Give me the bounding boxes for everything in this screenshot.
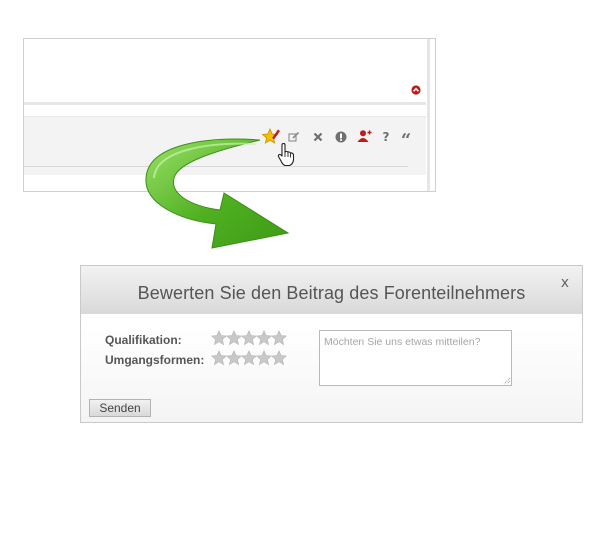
scrollbar[interactable] (427, 39, 430, 191)
quote-icon[interactable]: “ (400, 131, 412, 142)
star-icon[interactable] (271, 330, 287, 346)
star-rating-qualification[interactable] (211, 330, 291, 346)
dialog-header: Bewerten Sie den Beitrag des Forenteilne… (81, 266, 582, 314)
post-body (24, 39, 426, 102)
rating-dialog: Bewerten Sie den Beitrag des Forenteilne… (80, 265, 583, 423)
post-separator (24, 102, 426, 105)
star-icon[interactable] (211, 350, 227, 366)
star-icon[interactable] (241, 330, 257, 346)
rating-label-manners: Umgangsformen: (105, 353, 205, 367)
star-icon[interactable] (271, 350, 287, 366)
star-icon[interactable] (256, 350, 272, 366)
star-icon[interactable] (226, 330, 242, 346)
submit-button[interactable]: Senden (89, 399, 151, 417)
add-user-icon[interactable] (357, 129, 372, 143)
star-icon[interactable] (211, 330, 227, 346)
svg-text:?: ? (383, 130, 390, 143)
svg-text:“: “ (401, 131, 411, 142)
curved-arrow-icon (145, 138, 290, 249)
comment-textarea[interactable] (319, 330, 512, 386)
star-icon[interactable] (226, 350, 242, 366)
alert-icon[interactable] (335, 131, 347, 143)
rating-label-qualification: Qualifikation: (105, 333, 182, 347)
star-rating-manners[interactable] (211, 350, 291, 366)
dialog-title: Bewerten Sie den Beitrag des Forenteilne… (137, 283, 526, 303)
resize-grip-icon[interactable] (503, 377, 511, 385)
close-button[interactable]: x (561, 275, 569, 291)
chevron-up-circle-icon[interactable] (411, 85, 421, 95)
help-question-icon[interactable]: ? (381, 130, 391, 143)
star-icon[interactable] (241, 350, 257, 366)
close-icon[interactable] (313, 132, 323, 142)
star-icon[interactable] (256, 330, 272, 346)
